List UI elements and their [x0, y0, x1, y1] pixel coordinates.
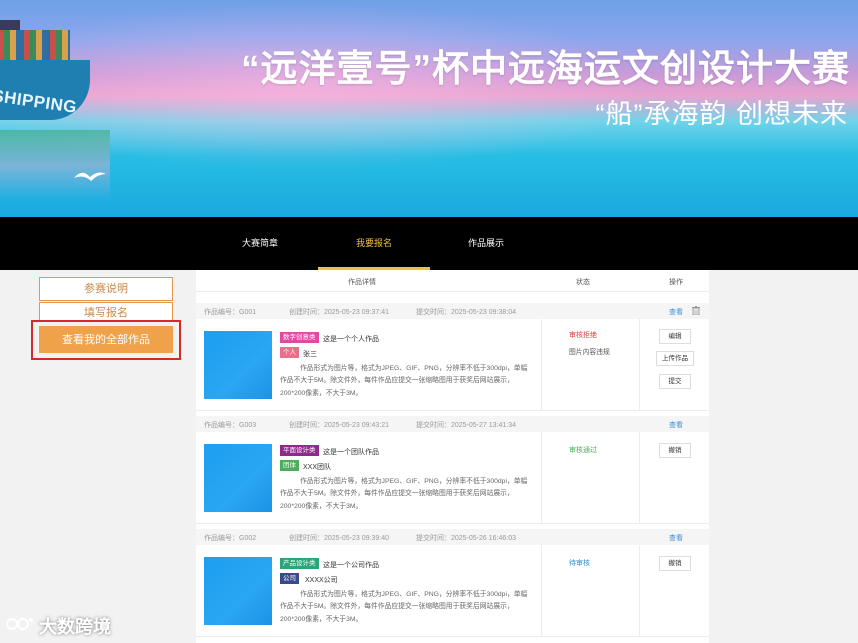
watermark-logo-icon: [6, 616, 36, 637]
revoke-button[interactable]: 撤销: [659, 443, 691, 458]
work-thumbnail[interactable]: [204, 557, 272, 625]
work-row-header: 作品编号：G001 创建时间：2025-05-23 09:37:41 提交时间：…: [196, 303, 709, 319]
work-description: 作品形式为图片等，格式为JPEG、GIF、PNG，分辨率不低于300dpi，单幅…: [280, 478, 528, 510]
main-nav: 大赛简章 我要报名 作品展示: [0, 217, 858, 270]
status-badge: 审核拒绝: [569, 332, 597, 339]
column-header-status: 状态: [576, 279, 590, 286]
entrant-type-badge: 个人: [280, 347, 299, 358]
watermark: 大数跨境: [6, 613, 111, 639]
status-note: 图片内容违规: [569, 349, 610, 356]
work-row-header: 作品编号：G002 创建时间：2025-05-23 09:39:40 提交时间：…: [196, 529, 709, 545]
view-link[interactable]: 查看: [669, 533, 683, 543]
ship-reflection: [0, 130, 110, 200]
ship-cargo: [0, 30, 70, 62]
column-divider: [541, 432, 542, 524]
status-badge: 审核通过: [569, 447, 597, 454]
work-row: 作品编号：G003 创建时间：2025-05-23 09:43:21 提交时间：…: [196, 416, 709, 524]
seagull-icon: [74, 172, 106, 181]
status-badge: 待审核: [569, 560, 590, 567]
revoke-button[interactable]: 撤销: [659, 556, 691, 571]
sidebar-item-instructions[interactable]: 参赛说明: [39, 277, 173, 301]
nav-item-register[interactable]: 我要报名: [318, 217, 430, 270]
entrant-type-badge: 公司: [280, 573, 299, 584]
watermark-text: 大数跨境: [39, 617, 111, 637]
column-divider: [639, 432, 640, 524]
category-badge: 产品设计类: [280, 558, 319, 569]
column-divider: [541, 319, 542, 411]
submit-button[interactable]: 提交: [659, 374, 691, 389]
nav-item-gallery[interactable]: 作品展示: [448, 217, 524, 270]
column-header-detail: 作品详情: [348, 279, 376, 286]
submitted-time: 提交时间：2025-05-27 13:41:34: [416, 422, 516, 429]
sidebar-item-fill-registration[interactable]: 填写报名: [39, 302, 173, 322]
work-title: 这是一个个人作品: [323, 336, 379, 343]
entrant-name: 张三: [303, 351, 317, 358]
nav-item-rules[interactable]: 大赛简章: [222, 217, 298, 270]
column-divider: [541, 545, 542, 637]
view-link[interactable]: 查看: [669, 307, 683, 317]
entrant-name: XXX团队: [303, 464, 332, 471]
edit-button[interactable]: 编辑: [659, 329, 691, 344]
banner-title: “远洋壹号”杯中远海运文创设计大赛: [241, 48, 850, 89]
work-description: 作品形式为图片等，格式为JPEG、GIF、PNG，分辨率不低于300dpi，单幅…: [280, 365, 528, 397]
banner-subtitle: “船”承海韵 创想未来: [595, 99, 848, 129]
view-link[interactable]: 查看: [669, 420, 683, 430]
created-time: 创建时间：2025-05-23 09:37:41: [289, 309, 389, 316]
work-number: 作品编号：G003: [204, 422, 257, 429]
container-ship-image: SHIPPING: [0, 20, 110, 130]
work-row-header: 作品编号：G003 创建时间：2025-05-23 09:43:21 提交时间：…: [196, 416, 709, 432]
works-table: 作品详情 状态 操作 作品编号：G001 创建时间：2025-05-23 09:…: [196, 270, 709, 643]
created-time: 创建时间：2025-05-23 09:39:40: [289, 535, 389, 542]
work-row: 作品编号：G002 创建时间：2025-05-23 09:39:40 提交时间：…: [196, 529, 709, 637]
work-thumbnail[interactable]: [204, 444, 272, 512]
trash-icon[interactable]: [692, 306, 700, 317]
work-title: 这是一个团队作品: [323, 449, 379, 456]
work-title: 这是一个公司作品: [323, 562, 379, 569]
work-description: 作品形式为图片等，格式为JPEG、GIF、PNG，分辨率不低于300dpi，单幅…: [280, 591, 528, 623]
sidebar-item-my-works[interactable]: 查看我的全部作品: [39, 326, 173, 353]
submitted-time: 提交时间：2025-05-26 16:46:03: [416, 535, 516, 542]
hero-banner: SHIPPING “远洋壹号”杯中远海运文创设计大赛 “船”承海韵 创想未来: [0, 0, 858, 217]
column-divider: [639, 545, 640, 637]
work-number: 作品编号：G001: [204, 309, 257, 316]
created-time: 创建时间：2025-05-23 09:43:21: [289, 422, 389, 429]
work-number: 作品编号：G002: [204, 535, 257, 542]
work-row: 作品编号：G001 创建时间：2025-05-23 09:37:41 提交时间：…: [196, 303, 709, 411]
table-header: 作品详情 状态 操作: [196, 270, 709, 292]
category-badge: 数字创意类: [280, 332, 319, 343]
column-divider: [639, 319, 640, 411]
category-badge: 平面设计类: [280, 445, 319, 456]
upload-work-button[interactable]: 上传作品: [656, 351, 694, 366]
entrant-type-badge: 团体: [280, 460, 299, 471]
entrant-name: XXXX公司: [305, 577, 338, 584]
submitted-time: 提交时间：2025-05-23 09:38:04: [416, 309, 516, 316]
work-thumbnail[interactable]: [204, 331, 272, 399]
column-header-action: 操作: [669, 279, 683, 286]
